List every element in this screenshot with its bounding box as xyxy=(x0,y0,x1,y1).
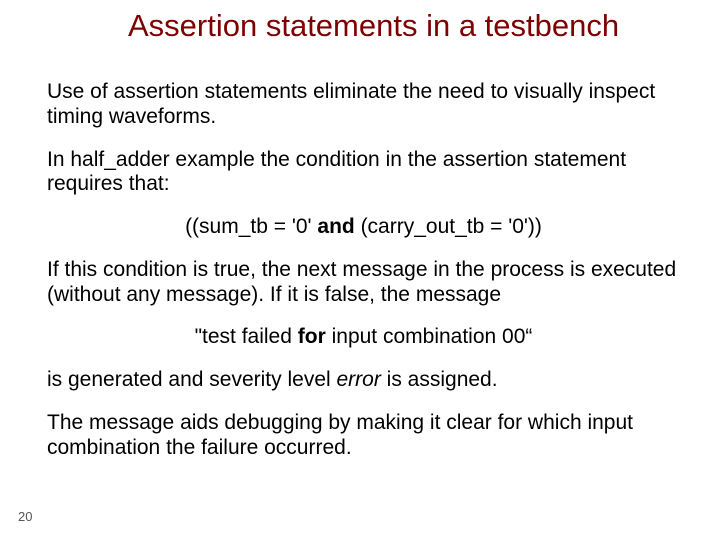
page-number: 20 xyxy=(18,509,32,524)
paragraph-intro: Use of assertion statements eliminate th… xyxy=(47,80,680,130)
severity-post: is assigned. xyxy=(381,368,498,391)
slide-body: Use of assertion statements eliminate th… xyxy=(47,80,680,478)
paragraph-condition-result: If this condition is true, the next mess… xyxy=(47,258,680,308)
slide-title: Assertion statements in a testbench xyxy=(128,8,680,44)
severity-pre: is generated and severity level xyxy=(47,368,337,391)
msg-pre: "test failed xyxy=(195,325,298,348)
paragraph-closing: The message aids debugging by making it … xyxy=(47,411,680,461)
paragraph-example-lead: In half_adder example the condition in t… xyxy=(47,148,680,198)
failure-message-line: "test failed for input combination 00“ xyxy=(47,325,680,350)
code-pre: ((sum_tb = '0' xyxy=(185,215,317,238)
msg-post: input combination 00“ xyxy=(326,325,533,348)
msg-keyword-for: for xyxy=(298,325,326,348)
severity-error-word: error xyxy=(337,368,381,391)
assertion-condition-line: ((sum_tb = '0' and (carry_out_tb = '0')) xyxy=(47,215,680,240)
paragraph-severity: is generated and severity level error is… xyxy=(47,368,680,393)
slide: Assertion statements in a testbench Use … xyxy=(0,0,720,540)
code-keyword-and: and xyxy=(317,215,354,238)
code-post: (carry_out_tb = '0')) xyxy=(355,215,542,238)
